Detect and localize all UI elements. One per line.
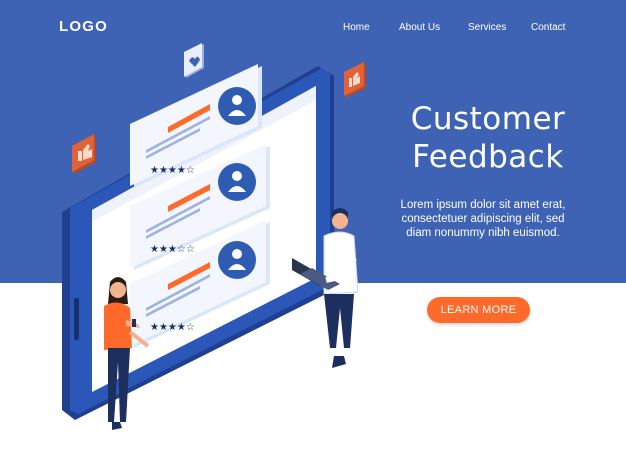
hero-description: Lorem ipsum dolor sit amet erat, consect… [381, 198, 585, 240]
nav-link-services[interactable]: Services [468, 22, 506, 33]
svg-text:★★★★☆: ★★★★☆ [150, 322, 195, 333]
hero-title: Customer Feedback [388, 100, 588, 176]
heart-icon [184, 43, 204, 78]
hero-title-line-1: Customer [410, 101, 566, 137]
nav-link-contact[interactable]: Contact [531, 22, 565, 33]
thumbs-up-icon [344, 62, 366, 98]
nav-link-about-us[interactable]: About Us [399, 22, 440, 33]
thumbs-up-icon [72, 134, 96, 174]
svg-text:★★★★☆: ★★★★☆ [150, 165, 195, 176]
hero-description-line-2: consectetuer adipiscing elit, sed [401, 213, 565, 225]
hero-description-line-3: diam nonummy nibh euismod. [406, 227, 560, 239]
svg-text:★★★☆☆: ★★★☆☆ [150, 244, 195, 255]
feedback-illustration: ★★★★☆ ★★★☆☆ ★★★★☆ [62, 43, 366, 430]
learn-more-button[interactable]: LEARN MORE [427, 297, 530, 323]
hero-title-line-2: Feedback [412, 139, 564, 175]
hero-description-line-1: Lorem ipsum dolor sit amet erat, [400, 199, 566, 211]
